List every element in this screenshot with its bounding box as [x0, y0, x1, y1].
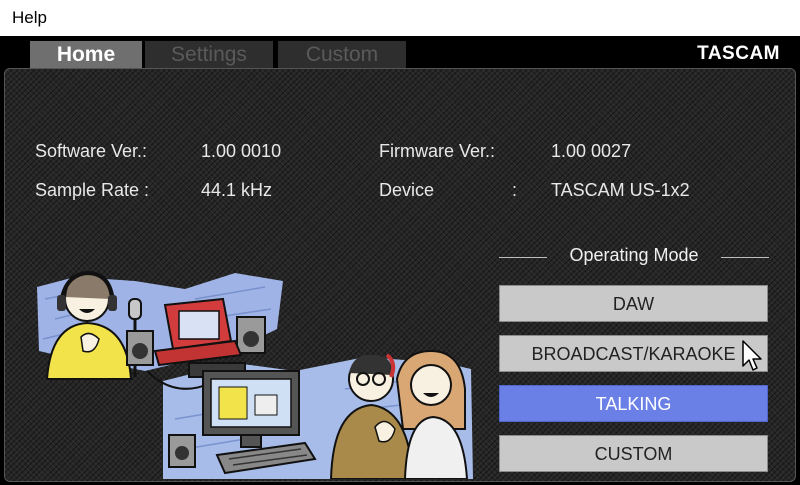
device-label: Device: [379, 180, 435, 200]
software-version-label: Software Ver.:: [35, 141, 148, 161]
home-panel: Software Ver.: 1.00 0010 Sample Rate : 4…: [4, 68, 796, 482]
mouse-pointer-icon: [742, 340, 762, 371]
operating-mode-header: Operating Mode: [499, 245, 769, 269]
menu-bar: Help: [0, 0, 800, 36]
mode-talking-button[interactable]: TALKING: [499, 385, 768, 422]
software-version-value: 1.00 0010: [201, 141, 282, 161]
sample-rate-value: 44.1 kHz: [201, 180, 273, 200]
mode-broadcast-karaoke-button[interactable]: BROADCAST/KARAOKE: [499, 335, 768, 372]
firmware-version-label: Firmware Ver.:: [379, 141, 496, 161]
tab-settings[interactable]: Settings: [145, 41, 273, 68]
device-colon: :: [512, 180, 518, 200]
tab-home[interactable]: Home: [30, 41, 142, 68]
operating-mode-title: Operating Mode: [569, 245, 699, 265]
menu-help[interactable]: Help: [12, 8, 47, 28]
mode-custom-button[interactable]: CUSTOM: [499, 435, 768, 472]
mode-daw-button[interactable]: DAW: [499, 285, 768, 322]
tascam-logo: TASCAM: [697, 43, 780, 64]
device-value: TASCAM US-1x2: [551, 180, 690, 200]
talking-mode-illustration: [37, 270, 473, 479]
app-window: Home Settings Custom TASCAM Software Ver…: [0, 36, 800, 485]
tab-custom[interactable]: Custom: [278, 41, 406, 68]
firmware-version-value: 1.00 0027: [551, 141, 632, 161]
sample-rate-label: Sample Rate :: [35, 180, 150, 200]
